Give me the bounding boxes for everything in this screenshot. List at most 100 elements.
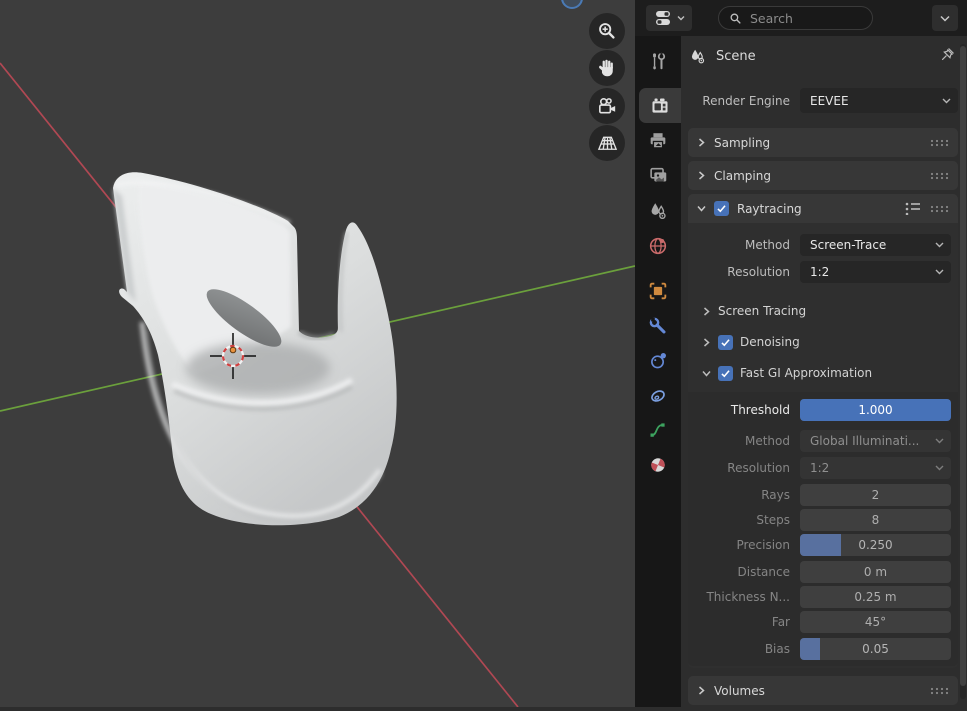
camera-view-button[interactable] xyxy=(589,88,625,124)
precision-slider[interactable]: 0.250 xyxy=(800,534,951,556)
tab-render[interactable] xyxy=(639,88,681,123)
drag-grip-icon[interactable] xyxy=(930,172,949,180)
tab-constraints[interactable] xyxy=(635,378,681,413)
steps-field[interactable]: 8 xyxy=(800,509,951,531)
properties-tab-strip xyxy=(635,36,681,707)
drag-grip-icon[interactable] xyxy=(930,139,949,147)
gi-method-dropdown[interactable]: Global Illuminati... xyxy=(800,430,951,452)
chevron-down-icon xyxy=(677,15,685,21)
threshold-label: Threshold xyxy=(697,399,790,421)
presets-list-icon[interactable] xyxy=(905,201,921,215)
method-dropdown[interactable]: Screen-Trace xyxy=(800,234,951,256)
distance-label: Distance xyxy=(697,561,790,583)
scrollbar-thumb[interactable] xyxy=(960,46,966,686)
tab-tool[interactable] xyxy=(635,44,681,79)
chevron-down-icon xyxy=(942,98,951,104)
panel-clamping[interactable]: Clamping xyxy=(688,161,958,190)
viewport-scene xyxy=(0,0,635,707)
pin-button[interactable] xyxy=(939,46,956,67)
gi-resolution-row: Resolution 1:2 xyxy=(697,457,951,479)
navigation-gizmo-arc[interactable] xyxy=(562,0,582,8)
rays-value: 2 xyxy=(872,488,880,502)
breadcrumb-scene-label[interactable]: Scene xyxy=(716,49,756,64)
bias-value: 0.05 xyxy=(862,642,889,656)
output-printer-icon xyxy=(647,130,669,152)
material-icon xyxy=(647,454,669,476)
subpanel-denoising[interactable]: Denoising xyxy=(702,331,800,353)
distance-value: 0 m xyxy=(864,565,887,579)
panel-label: Volumes xyxy=(714,684,765,698)
rays-label: Rays xyxy=(697,484,790,506)
physics-icon xyxy=(647,350,669,372)
blender-window: { "topbar": { "editor_type_icon": "prope… xyxy=(0,0,967,707)
threshold-row: Threshold 1.000 xyxy=(697,399,951,421)
raytracing-method-row: Method Screen-Trace xyxy=(697,234,951,256)
properties-editor: Scene Render Engine EEVEE Sampling xyxy=(681,36,967,707)
panel-volumes[interactable]: Volumes xyxy=(688,676,958,705)
chevron-down-icon xyxy=(935,438,944,444)
resolution-dropdown[interactable]: 1:2 xyxy=(800,261,951,283)
tab-output[interactable] xyxy=(635,123,681,158)
raytracing-checkbox[interactable] xyxy=(714,201,729,216)
chevron-down-icon xyxy=(940,15,950,22)
threshold-slider[interactable]: 1.000 xyxy=(800,399,951,421)
drag-grip-icon[interactable] xyxy=(930,687,949,695)
gi-method-label: Method xyxy=(697,430,790,452)
chevron-right-icon xyxy=(702,307,711,316)
tab-object[interactable] xyxy=(635,273,681,308)
chevron-down-icon xyxy=(935,465,944,471)
panel-raytracing[interactable]: Raytracing xyxy=(688,194,958,223)
tab-data[interactable] xyxy=(635,412,681,447)
far-label: Far xyxy=(697,611,790,633)
object-icon xyxy=(647,280,669,302)
rays-field[interactable]: 2 xyxy=(800,484,951,506)
chevron-down-icon xyxy=(702,369,711,378)
zoom-button[interactable] xyxy=(589,13,625,49)
chevron-right-icon xyxy=(697,138,706,147)
pan-hand-icon xyxy=(596,57,618,79)
denoising-checkbox[interactable] xyxy=(718,335,733,350)
object-origin-dot xyxy=(230,347,236,353)
gi-method-row: Method Global Illuminati... xyxy=(697,430,951,452)
mesh-object[interactable] xyxy=(113,172,397,525)
steps-label: Steps xyxy=(697,509,790,531)
perspective-toggle-button[interactable] xyxy=(589,125,625,161)
method-value: Screen-Trace xyxy=(810,238,886,252)
constraints-icon xyxy=(647,385,669,407)
fast-gi-checkbox[interactable] xyxy=(718,366,733,381)
editor-type-button[interactable] xyxy=(646,5,692,31)
thickness-field[interactable]: 0.25 m xyxy=(800,586,951,608)
bias-row: Bias 0.05 xyxy=(697,638,951,660)
editor-options-button[interactable] xyxy=(932,5,958,31)
precision-value: 0.250 xyxy=(858,538,892,552)
panel-sampling[interactable]: Sampling xyxy=(688,128,958,157)
tab-material[interactable] xyxy=(635,447,681,482)
tab-world[interactable] xyxy=(635,228,681,263)
tab-physics[interactable] xyxy=(635,343,681,378)
render-engine-value: EEVEE xyxy=(810,94,849,108)
far-field[interactable]: 45° xyxy=(800,611,951,633)
slider-fill xyxy=(800,638,820,660)
gi-resolution-label: Resolution xyxy=(697,457,790,479)
subpanel-screen-tracing[interactable]: Screen Tracing xyxy=(702,300,806,322)
chevron-right-icon xyxy=(697,686,706,695)
subpanel-fast-gi[interactable]: Fast GI Approximation xyxy=(702,362,872,384)
tab-modifiers[interactable] xyxy=(635,308,681,343)
panel-scrollbar[interactable] xyxy=(960,44,966,699)
tab-view-layer[interactable] xyxy=(635,158,681,193)
steps-row: Steps 8 xyxy=(697,509,951,531)
bias-slider[interactable]: 0.05 xyxy=(800,638,951,660)
render-engine-dropdown[interactable]: EEVEE xyxy=(800,88,958,113)
scene-icon xyxy=(688,47,707,66)
properties-editor-icon xyxy=(654,9,674,27)
rays-row: Rays 2 xyxy=(697,484,951,506)
distance-field[interactable]: 0 m xyxy=(800,561,951,583)
gi-resolution-dropdown[interactable]: 1:2 xyxy=(800,457,951,479)
thickness-value: 0.25 m xyxy=(854,590,896,604)
pan-button[interactable] xyxy=(589,50,625,86)
drag-grip-icon[interactable] xyxy=(930,205,949,213)
precision-label: Precision xyxy=(697,534,790,556)
search-input[interactable]: Search xyxy=(718,6,873,30)
3d-viewport[interactable] xyxy=(0,0,635,707)
tab-scene[interactable] xyxy=(635,193,681,228)
